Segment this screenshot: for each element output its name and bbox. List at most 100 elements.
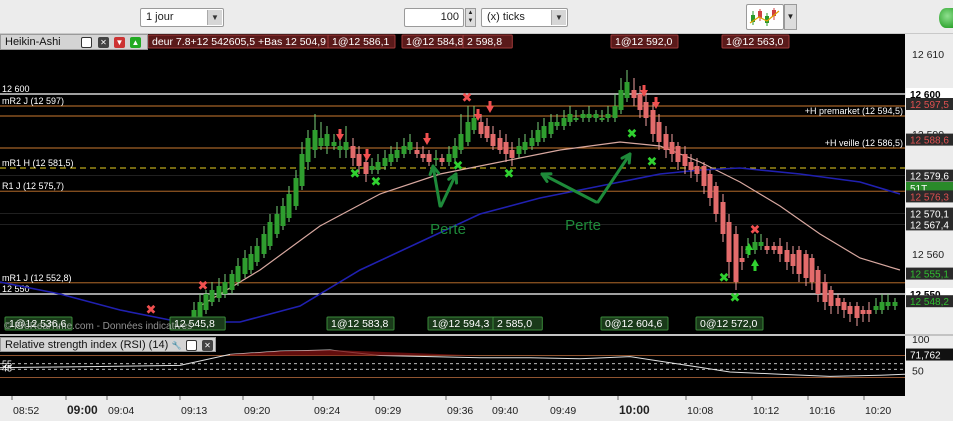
price-badge-label: 12 579,6 xyxy=(910,172,949,183)
candle-body xyxy=(809,258,815,282)
candle-body xyxy=(522,142,528,150)
candle-body xyxy=(854,306,860,318)
candle-body xyxy=(280,206,286,226)
trade-label: deur 7.8+12 542605,5 +Bas 12 504,9 xyxy=(152,36,326,48)
ticks-stepper[interactable]: ▲ ▼ xyxy=(465,8,476,27)
ticks-count-input[interactable]: 100 xyxy=(404,8,464,27)
ticks-unit-select[interactable]: (x) ticks ▼ xyxy=(481,8,568,27)
price-badge-label: 12 548,2 xyxy=(910,297,949,308)
candle-body xyxy=(331,142,337,146)
candle-body xyxy=(682,154,688,166)
candle-body xyxy=(439,158,445,162)
chart-type-menu-button[interactable]: ▼ xyxy=(784,4,797,30)
trade-exit-marker: ✖ xyxy=(730,291,741,306)
candle-body xyxy=(637,94,643,110)
candle-body xyxy=(707,174,713,198)
level-label: mR2 J (12 597) xyxy=(2,96,64,106)
candle-body xyxy=(618,90,624,110)
annotation-text: Perte xyxy=(565,217,601,234)
time-tick-label: 09:00 xyxy=(67,403,98,417)
close-icon[interactable]: ✕ xyxy=(202,340,213,351)
candle-body xyxy=(815,270,821,294)
indicator-header: Heikin-Ashi ✕ ▼ ▲ xyxy=(0,34,148,50)
candle-body xyxy=(446,154,452,162)
chart-type-icon xyxy=(749,8,780,26)
rsi-tick-label: 50 xyxy=(912,366,924,378)
candle-body xyxy=(324,134,330,146)
candle-body xyxy=(764,246,770,250)
time-tick-label: 08:52 xyxy=(13,405,39,417)
candle-body xyxy=(713,186,719,214)
chevron-down-icon[interactable]: ▼ xyxy=(551,10,566,25)
buy-order-icon[interactable]: ▲ xyxy=(130,37,141,48)
candle-body xyxy=(675,146,681,162)
candle-body xyxy=(337,146,343,150)
candle-body xyxy=(318,138,324,146)
candle-body xyxy=(739,258,745,262)
trade-exit-marker: ✖ xyxy=(371,175,382,190)
level-label: mR1 H (12 581,5) xyxy=(2,158,74,168)
indicator-title: Heikin-Ashi xyxy=(5,36,61,48)
trade-exit-marker: ✖ xyxy=(350,167,361,182)
candle-body xyxy=(299,154,305,186)
candle-body xyxy=(369,166,375,170)
trade-exit-marker: ✖ xyxy=(504,167,515,182)
candle-body xyxy=(535,130,541,142)
price-badge-label: 12 576,3 xyxy=(910,192,949,203)
candle-body xyxy=(822,282,828,302)
candle-body xyxy=(503,142,509,154)
candle-body xyxy=(593,114,599,118)
candle-body xyxy=(561,118,567,126)
window-icon[interactable] xyxy=(81,37,92,48)
trade-label: 1@12 584,8 xyxy=(406,36,464,48)
candle-body xyxy=(254,246,260,262)
level-label: R1 J (12 575,7) xyxy=(2,181,64,191)
time-tick-label: 09:36 xyxy=(447,405,473,417)
period-select[interactable]: 1 jour ▼ xyxy=(140,8,224,27)
trade-exit-marker: ✖ xyxy=(198,279,209,294)
level-label: +H premarket (12 594,5) xyxy=(805,106,903,116)
trade-label: 1@12 583,8 xyxy=(331,318,389,330)
period-value: 1 jour xyxy=(146,11,174,23)
candle-body xyxy=(248,254,254,270)
candle-body xyxy=(784,250,790,262)
sell-order-icon[interactable]: ▼ xyxy=(114,37,125,48)
candle-body xyxy=(663,134,669,150)
candle-body xyxy=(209,290,215,302)
trade-label: 2 598,8 xyxy=(467,36,502,48)
close-icon[interactable]: ✕ xyxy=(98,37,109,48)
candle-body xyxy=(458,134,464,150)
level-label: 12 600 xyxy=(2,84,30,94)
candle-body xyxy=(382,158,388,166)
rsi-title: Relative strength index (RSI) (14) xyxy=(5,339,169,351)
connection-status-icon xyxy=(939,8,953,28)
chart-type-button[interactable] xyxy=(746,4,784,30)
candle-body xyxy=(847,306,853,314)
candle-body xyxy=(841,302,847,310)
toolbar: 1 jour ▼ 100 ▲ ▼ (x) ticks ▼ ▼ xyxy=(0,0,953,34)
candle-body xyxy=(388,154,394,162)
price-tick-label: 12 560 xyxy=(912,249,944,261)
trade-exit-marker: ✖ xyxy=(627,127,638,142)
chevron-down-icon[interactable]: ▼ xyxy=(207,10,222,25)
trade-label: 0@12 604,6 xyxy=(605,318,663,330)
trade-exit-marker: ✖ xyxy=(719,271,730,286)
candle-body xyxy=(605,114,611,118)
time-tick-label: 10:20 xyxy=(865,405,891,417)
time-tick-label: 09:04 xyxy=(108,405,134,417)
candle-body xyxy=(274,214,280,234)
candle-body xyxy=(478,122,484,134)
price-badge-label: 12 567,4 xyxy=(910,220,949,231)
time-tick-label: 09:20 xyxy=(244,405,270,417)
candle-body xyxy=(426,154,432,162)
rsi-header: Relative strength index (RSI) (14) 🔧 ✕ xyxy=(0,337,216,352)
wrench-icon[interactable]: 🔧 xyxy=(171,340,182,351)
candle-body xyxy=(375,162,381,170)
candle-body xyxy=(650,110,656,134)
candle-body xyxy=(242,258,248,274)
rsi-left-tick: 45 xyxy=(2,363,12,373)
candle-body xyxy=(203,294,209,310)
price-chart: 12 600 mR2 J (12 597) +H premarket (12 594… xyxy=(0,34,953,421)
window-icon[interactable] xyxy=(186,340,197,351)
annotation-text: Perte xyxy=(430,221,466,238)
